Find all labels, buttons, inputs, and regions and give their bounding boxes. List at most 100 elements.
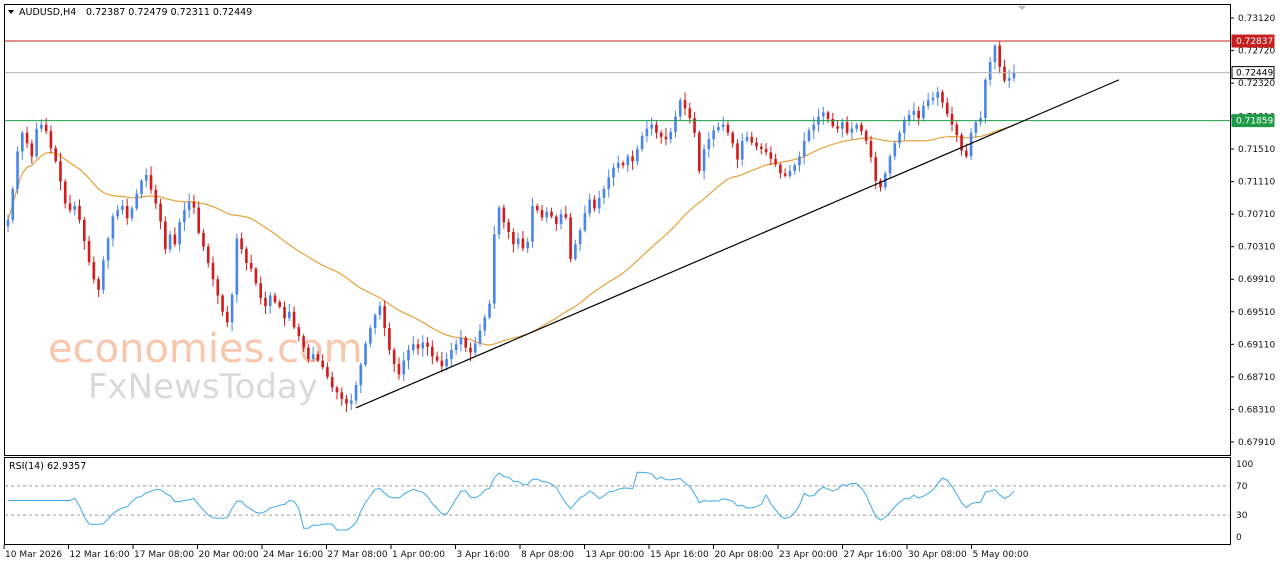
candle-body	[407, 350, 410, 361]
candle-body	[59, 161, 62, 182]
candle-body	[688, 108, 692, 119]
candle-body	[149, 175, 153, 190]
candle-body	[626, 156, 630, 166]
candle-body	[850, 128, 854, 133]
candle-body	[116, 210, 119, 217]
candle-body	[812, 124, 816, 131]
candle-body	[35, 128, 38, 157]
ohlc-readout: 0.72387 0.72479 0.72311 0.72449	[86, 7, 252, 18]
time-tick-label: 12 Mar 16:00	[70, 550, 130, 560]
time-tick-label: 8 Apr 08:00	[521, 550, 574, 560]
time-tick-label: 10 Mar 2026	[5, 550, 62, 560]
resistance-price-tag: 0.72837	[1236, 37, 1273, 47]
candle-body	[1007, 78, 1011, 81]
candle-body	[574, 244, 577, 259]
candle-body	[583, 213, 587, 231]
candle-body	[11, 188, 15, 220]
candle-body	[259, 283, 263, 298]
candle-body	[25, 132, 29, 144]
candle-body	[802, 140, 806, 157]
candle-body	[68, 203, 72, 211]
candle-body	[6, 219, 10, 227]
candle-body	[864, 131, 868, 141]
candle-body	[435, 356, 439, 361]
candle-body	[311, 354, 315, 359]
price-tick-label: 0.71110	[1238, 178, 1275, 188]
candle-body	[845, 122, 849, 133]
candle-body	[521, 238, 525, 249]
candle-body	[359, 364, 363, 386]
candle-body	[316, 354, 320, 361]
price-tick-label: 0.70710	[1238, 210, 1275, 220]
candle-body	[82, 219, 86, 241]
rsi-panel[interactable]	[4, 457, 1231, 545]
candle-body	[488, 303, 491, 318]
price-tick-label: 0.72720	[1238, 47, 1275, 57]
candle-body	[936, 92, 940, 98]
candle-body	[874, 157, 878, 181]
candle-body	[54, 148, 57, 162]
candle-body	[106, 238, 110, 261]
time-tick-label: 17 Mar 08:00	[134, 550, 194, 560]
candle-body	[783, 173, 787, 176]
candle-body	[473, 343, 477, 353]
candle-body	[669, 131, 673, 140]
candle-body	[164, 221, 167, 250]
candle-body	[206, 246, 210, 263]
candle-body	[16, 151, 19, 189]
candle-body	[1003, 66, 1006, 81]
candle-body	[550, 211, 553, 217]
candle-body	[168, 234, 172, 250]
candle-body	[593, 199, 596, 209]
candle-body	[655, 124, 658, 133]
candle-body	[192, 201, 196, 208]
candle-body	[974, 122, 978, 133]
candle-body	[516, 238, 520, 245]
candle-body	[307, 347, 310, 359]
candle-body	[392, 350, 396, 364]
candle-body	[235, 238, 239, 295]
candle-body	[674, 116, 677, 132]
watermark-economies: economies.com	[48, 326, 363, 372]
candle-body	[512, 232, 515, 245]
candle-body	[493, 234, 496, 304]
candle-body	[216, 279, 220, 296]
support-price-tag: 0.71859	[1236, 117, 1273, 127]
candle-body	[636, 149, 639, 162]
price-tick-label: 0.70310	[1238, 243, 1275, 253]
candle-body	[955, 124, 959, 136]
rsi-tick-label: 100	[1236, 460, 1253, 470]
candle-body	[335, 387, 339, 393]
candle-body	[245, 249, 248, 263]
candle-body	[44, 124, 48, 132]
candle-body	[988, 61, 992, 80]
candle-body	[621, 162, 625, 166]
price-tick-label: 0.72320	[1238, 79, 1275, 89]
candle-body	[745, 136, 749, 141]
candle-body	[92, 262, 96, 280]
candle-body	[302, 336, 305, 348]
candle-body	[102, 260, 105, 290]
candle-body	[888, 156, 892, 174]
candle-body	[87, 240, 91, 263]
candle-body	[378, 306, 382, 316]
candle-body	[650, 124, 653, 129]
candle-body	[659, 132, 663, 137]
candle-body	[917, 110, 920, 119]
rsi-label: RSI(14) 62.9357	[9, 461, 86, 472]
candle-body	[283, 306, 286, 319]
candle-body	[340, 392, 344, 399]
candle-body	[698, 132, 701, 172]
candle-body	[454, 344, 458, 351]
candle-body	[764, 149, 768, 153]
candle-body	[78, 205, 81, 220]
candle-body	[950, 114, 954, 125]
candle-body	[411, 344, 415, 351]
candle-body	[426, 342, 429, 347]
trading-chart[interactable]: economies.com FxNewsToday 0.73120 0.72720…	[0, 0, 1280, 567]
candle-body	[831, 118, 835, 127]
candle-body	[597, 197, 601, 209]
candle-body	[922, 105, 925, 119]
candle-body	[893, 143, 897, 157]
candle-body	[826, 112, 830, 119]
